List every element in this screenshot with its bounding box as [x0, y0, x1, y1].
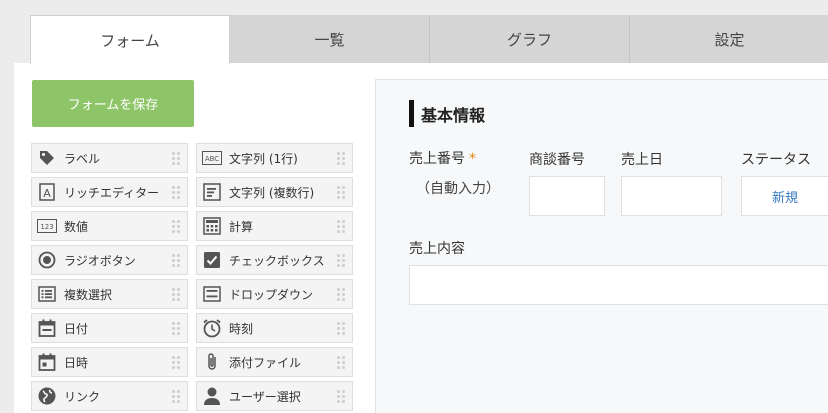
palette-item-link[interactable]: リンク	[31, 381, 188, 411]
palette-item-label[interactable]: ラベル	[31, 143, 188, 173]
drag-handle[interactable]	[172, 182, 182, 202]
section-header-bar	[409, 100, 414, 127]
drag-handle[interactable]	[172, 216, 182, 236]
palette-item-rich-editor[interactable]: A リッチエディター	[31, 177, 188, 207]
tab-form[interactable]: フォーム	[30, 15, 230, 64]
palette-item-number[interactable]: 123 数値	[31, 211, 188, 241]
palette-item-user-select[interactable]: ユーザー選択	[196, 381, 353, 411]
drag-handle[interactable]	[172, 284, 182, 304]
svg-text:123: 123	[40, 223, 53, 231]
drag-handle[interactable]	[172, 318, 182, 338]
palette-item-multi-line-text[interactable]: 文字列 (複数行)	[196, 177, 353, 207]
palette-item-label-text: チェックボックス	[229, 253, 325, 268]
section-header: 基本情報	[409, 100, 485, 127]
sales-number-label-text: 売上番号	[409, 151, 465, 167]
status-label: ステータス	[741, 152, 811, 168]
tab-settings[interactable]: 設定	[630, 15, 828, 63]
save-form-button[interactable]: フォームを保存	[32, 80, 194, 127]
palette-item-label-text: ユーザー選択	[229, 389, 301, 404]
palette-item-label-text: 計算	[229, 219, 254, 234]
svg-text:A: A	[43, 187, 51, 200]
user-icon	[202, 386, 222, 406]
palette-item-label-text: リンク	[64, 389, 101, 404]
abc-icon: ABC	[202, 148, 222, 168]
clock-icon	[202, 318, 222, 338]
date-icon	[37, 318, 57, 338]
palette-item-date[interactable]: 日付	[31, 313, 188, 343]
tab-bar: フォーム 一覧 グラフ 設定	[0, 0, 828, 64]
radio-icon	[37, 250, 57, 270]
sales-date-label: 売上日	[621, 152, 663, 168]
drag-handle[interactable]	[337, 284, 347, 304]
drag-handle[interactable]	[172, 386, 182, 406]
drag-handle[interactable]	[337, 250, 347, 270]
palette-item-label-text: ラベル	[64, 151, 101, 166]
paperclip-icon	[202, 352, 222, 372]
palette-item-label-text: 文字列 (1行)	[229, 151, 298, 166]
deal-number-label: 商談番号	[529, 152, 585, 168]
datetime-icon	[37, 352, 57, 372]
palette-item-dropdown[interactable]: ドロップダウン	[196, 279, 353, 309]
rich-editor-icon: A	[37, 182, 57, 202]
multi-select-icon	[37, 284, 57, 304]
sales-date-field[interactable]	[621, 176, 722, 216]
drag-handle[interactable]	[172, 250, 182, 270]
palette-item-label-text: 添付ファイル	[229, 355, 302, 370]
calculator-icon	[202, 216, 222, 236]
palette-item-label-text: 日付	[64, 321, 89, 336]
auto-input-text: （自動入力）	[416, 181, 500, 197]
palette-item-attachment[interactable]: 添付ファイル	[196, 347, 353, 377]
palette-item-label-text: 時刻	[229, 321, 254, 336]
palette-item-multi-select[interactable]: 複数選択	[31, 279, 188, 309]
drag-handle[interactable]	[337, 386, 347, 406]
status-value-new[interactable]: 新規	[741, 176, 828, 216]
palette-item-label-text: 文字列 (複数行)	[229, 185, 315, 200]
sales-content-field[interactable]	[409, 265, 828, 305]
palette-item-label-text: ラジオボタン	[64, 253, 136, 268]
tag-icon	[37, 148, 57, 168]
drag-handle[interactable]	[337, 352, 347, 372]
palette-item-radio-button[interactable]: ラジオボタン	[31, 245, 188, 275]
section-title: 基本情報	[421, 105, 486, 125]
drag-handle[interactable]	[172, 352, 182, 372]
palette-item-calculation[interactable]: 計算	[196, 211, 353, 241]
drag-handle[interactable]	[337, 182, 347, 202]
palette-item-label-text: 日時	[64, 355, 89, 370]
palette-item-label-text: 数値	[64, 219, 89, 234]
palette-item-label-text: 複数選択	[64, 287, 113, 302]
dropdown-icon	[202, 284, 222, 304]
drag-handle[interactable]	[337, 216, 347, 236]
palette-item-datetime[interactable]: 日時	[31, 347, 188, 377]
sales-content-label: 売上内容	[409, 241, 465, 257]
palette-item-checkbox[interactable]: チェックボックス	[196, 245, 353, 275]
number-icon: 123	[37, 216, 57, 236]
checkbox-icon	[202, 250, 222, 270]
tab-list[interactable]: 一覧	[230, 15, 430, 63]
svg-text:ABC: ABC	[205, 155, 219, 163]
drag-handle[interactable]	[337, 318, 347, 338]
palette-item-label-text: ドロップダウン	[229, 287, 314, 302]
sales-number-label: 売上番号 *	[409, 148, 476, 168]
required-mark: *	[469, 151, 476, 167]
drag-handle[interactable]	[337, 148, 347, 168]
globe-icon	[37, 386, 57, 406]
palette-item-single-line-text[interactable]: ABC 文字列 (1行)	[196, 143, 353, 173]
palette-item-time[interactable]: 時刻	[196, 313, 353, 343]
tab-graph[interactable]: グラフ	[430, 15, 630, 63]
multiline-text-icon	[202, 182, 222, 202]
deal-number-field[interactable]	[529, 176, 605, 216]
palette-item-label-text: リッチエディター	[64, 185, 160, 200]
drag-handle[interactable]	[172, 148, 182, 168]
